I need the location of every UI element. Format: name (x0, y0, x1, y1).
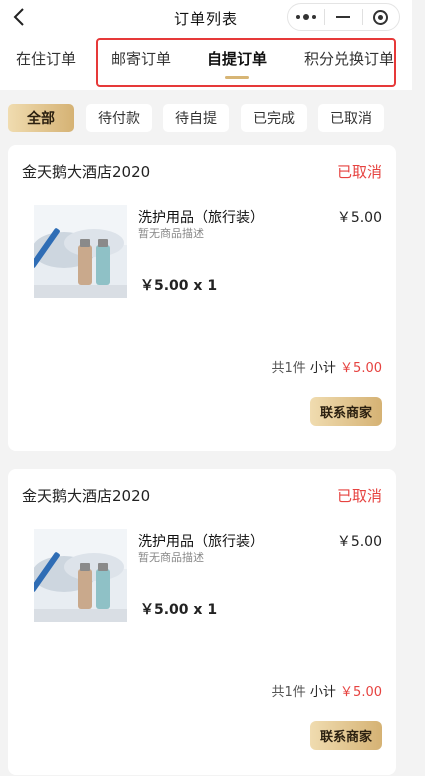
tab-in-stay-orders[interactable]: 在住订单 (16, 48, 76, 69)
contact-merchant-button[interactable]: 联系商家 (310, 721, 382, 750)
page-edge-gutter (412, 0, 425, 776)
order-card[interactable]: 金天鹅大酒店2020 已取消 洗护用品（旅行装） 暂无商品描述 ￥5.00 ￥5… (8, 145, 396, 451)
subtotal-label: 小计 (309, 361, 336, 376)
product-name: 洗护用品（旅行装） (138, 534, 264, 550)
product-image (34, 205, 127, 298)
product-unit-qty: ￥5.00 x 1 (140, 278, 218, 294)
store-name: 金天鹅大酒店2020 (22, 163, 151, 181)
subtotal-label: 小计 (309, 685, 336, 700)
order-status: 已取消 (336, 487, 382, 505)
close-miniprogram-button[interactable] (363, 4, 399, 30)
order-card[interactable]: 金天鹅大酒店2020 已取消 洗护用品（旅行装） 暂无商品描述 ￥5.00 ￥5… (8, 469, 396, 775)
product-description: 暂无商品描述 (138, 551, 204, 564)
mini-program-capsule (287, 3, 400, 31)
more-button[interactable] (288, 4, 324, 30)
contact-merchant-button[interactable]: 联系商家 (310, 397, 382, 426)
product-unit-qty: ￥5.00 x 1 (140, 602, 218, 618)
subtotal-amount: ￥5.00 (340, 685, 382, 700)
filter-pending-payment[interactable]: 待付款 (86, 104, 152, 132)
filter-all[interactable]: 全部 (8, 104, 74, 132)
product-description: 暂无商品描述 (138, 227, 204, 240)
item-count: 共1件 (271, 685, 306, 700)
nav-bar: 订单列表 (0, 0, 412, 34)
product-price: ￥5.00 (336, 534, 382, 550)
subtotal-amount: ￥5.00 (340, 361, 382, 376)
minus-icon (336, 16, 351, 18)
item-count: 共1件 (271, 361, 306, 376)
product-price: ￥5.00 (336, 210, 382, 226)
filter-cancelled[interactable]: 已取消 (318, 104, 384, 132)
filter-completed[interactable]: 已完成 (241, 104, 307, 132)
target-circle-icon (373, 9, 389, 25)
product-image (34, 529, 127, 622)
annotation-highlight-box (96, 38, 396, 87)
more-dots-icon (296, 14, 317, 20)
status-filter-bar: 全部 待付款 待自提 已完成 已取消 (0, 90, 412, 146)
minimize-button[interactable] (325, 4, 361, 30)
order-summary: 共1件 小计 ￥5.00 (271, 681, 382, 700)
filter-pending-pickup[interactable]: 待自提 (163, 104, 229, 132)
order-status: 已取消 (336, 163, 382, 181)
store-name: 金天鹅大酒店2020 (22, 487, 151, 505)
product-name: 洗护用品（旅行装） (138, 210, 264, 226)
order-list-page: 订单列表 在住订单 邮寄订单 自提订单 积分兑换订单 全部 待付款 待自提 已完… (0, 0, 425, 776)
order-summary: 共1件 小计 ￥5.00 (271, 357, 382, 376)
